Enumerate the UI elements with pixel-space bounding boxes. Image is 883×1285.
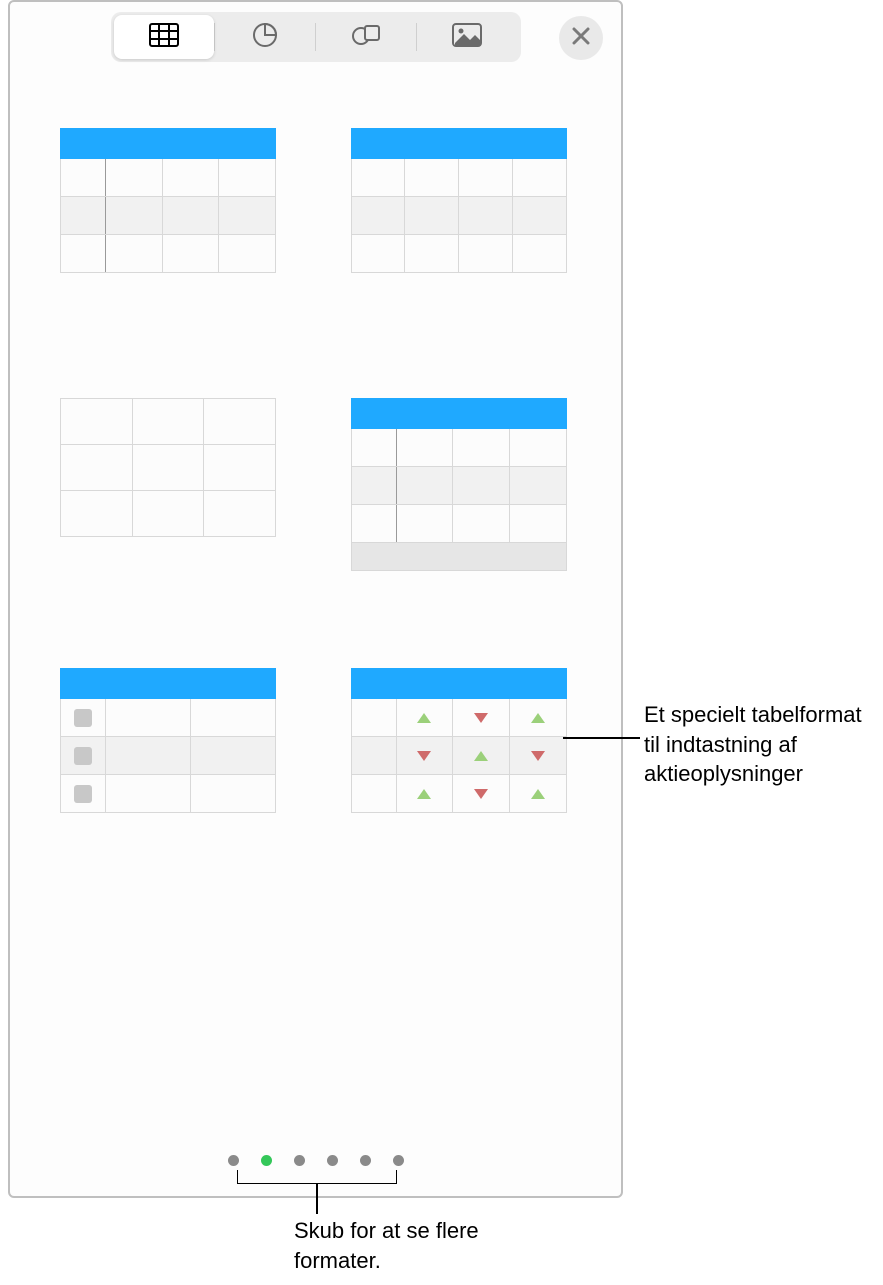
page-dot[interactable] [228,1155,239,1166]
toolbar [10,2,621,68]
page-dot[interactable] [360,1155,371,1166]
checkbox-icon [74,785,92,803]
table-style-header-basic[interactable] [351,128,567,288]
image-icon [452,23,482,52]
callout-leader-line [563,737,640,739]
table-style-plain[interactable] [60,398,276,558]
close-button[interactable] [559,16,603,60]
table-icon [149,23,179,52]
callout-swipe: Skub for at se flere formater. [294,1216,554,1275]
tab-media[interactable] [417,15,517,59]
arrow-down-icon [531,751,545,761]
insert-panel [8,0,623,1198]
arrow-down-icon [474,789,488,799]
arrow-down-icon [474,713,488,723]
category-segmented-control [111,12,521,62]
page-dot-active[interactable] [261,1155,272,1166]
close-icon [572,27,590,50]
arrow-up-icon [417,789,431,799]
checkbox-icon [74,747,92,765]
shapes-icon [351,22,381,53]
callout-bracket [237,1170,397,1184]
piechart-icon [252,22,278,53]
table-style-header-footer[interactable] [351,398,567,558]
callout-stock-table: Et specielt tabelformat til indtastning … [644,700,879,789]
arrow-up-icon [531,789,545,799]
callout-leader-line [316,1184,318,1214]
checkbox-icon [74,709,92,727]
page-indicator[interactable] [10,1155,621,1166]
callout-text: Skub for at se flere formater. [294,1218,479,1273]
tab-charts[interactable] [215,15,315,59]
arrow-up-icon [417,713,431,723]
callout-text: Et specielt tabelformat til indtastning … [644,702,862,786]
arrow-up-icon [531,713,545,723]
table-styles-grid [10,68,621,868]
tab-shapes[interactable] [316,15,416,59]
table-style-stock[interactable] [351,668,567,828]
arrow-down-icon [417,751,431,761]
page-dot[interactable] [327,1155,338,1166]
table-style-header-firstcol[interactable] [60,128,276,288]
tab-tables[interactable] [114,15,214,59]
page-dot[interactable] [393,1155,404,1166]
arrow-up-icon [474,751,488,761]
table-style-checklist[interactable] [60,668,276,828]
page-dot[interactable] [294,1155,305,1166]
